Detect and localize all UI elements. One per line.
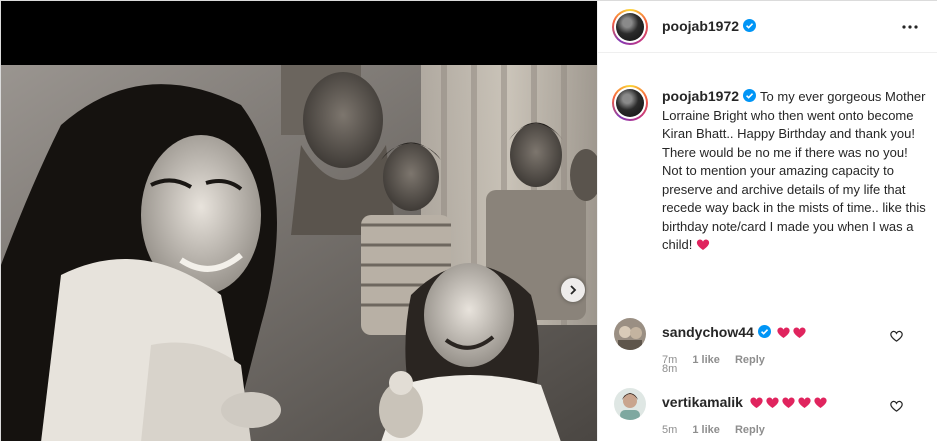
heart-outline-icon[interactable]	[890, 400, 903, 412]
comment-meta: 7m 1 like Reply	[662, 354, 777, 366]
media-letterbox	[1, 1, 597, 65]
author-username-header[interactable]: poojab1972	[662, 18, 757, 34]
red-heart-emoji	[777, 327, 791, 338]
comment-timestamp: 5m	[662, 424, 678, 436]
chevron-right-icon	[570, 285, 577, 295]
comment-likes[interactable]: 1 like	[692, 354, 720, 366]
post-photo	[1, 65, 597, 441]
verified-badge-icon	[757, 325, 771, 338]
heart-outline-icon[interactable]	[890, 330, 903, 342]
more-options-icon[interactable]	[901, 19, 919, 35]
red-heart-emoji	[781, 397, 795, 408]
commenter-avatar[interactable]	[614, 388, 646, 420]
post-media	[1, 1, 597, 441]
verified-badge-icon	[743, 89, 757, 102]
commenter-username[interactable]: vertikamalik	[662, 394, 743, 410]
post-frame: poojab1972 poojab1972 To my ever gorgeous…	[0, 0, 937, 441]
comment-item: vertikamalik 5m 1 like Reply	[598, 388, 937, 441]
comment-meta: 5m 1 like Reply	[662, 424, 777, 436]
red-heart-emoji	[797, 397, 811, 408]
commenter-username[interactable]: sandychow44	[662, 324, 754, 340]
red-heart-emoji	[696, 239, 710, 250]
comment-item: sandychow44 7m 1 like Reply	[598, 318, 937, 378]
post-sidebar: poojab1972 poojab1972 To my ever gorgeous…	[597, 1, 937, 441]
comment-text: vertikamalik	[662, 394, 829, 410]
author-avatar[interactable]	[612, 9, 648, 45]
author-username[interactable]: poojab1972	[662, 18, 739, 34]
caption-avatar[interactable]	[612, 85, 648, 121]
red-heart-emoji	[749, 397, 763, 408]
comment-heart-emojis	[749, 395, 829, 410]
reply-button[interactable]: Reply	[735, 354, 765, 366]
red-heart-emoji	[793, 327, 807, 338]
caption-username[interactable]: poojab1972	[662, 88, 739, 104]
commenter-avatar[interactable]	[614, 318, 646, 350]
comment-heart-emojis	[776, 325, 808, 340]
post-header: poojab1972	[598, 1, 937, 53]
red-heart-emoji	[813, 397, 827, 408]
red-heart-emoji	[765, 397, 779, 408]
reply-button[interactable]: Reply	[735, 424, 765, 436]
caption-body: To my ever gorgeous Mother Lorraine Brig…	[662, 89, 926, 252]
comment-text: sandychow44	[662, 324, 808, 340]
comment-likes[interactable]: 1 like	[692, 424, 720, 436]
comment-timestamp: 7m	[662, 354, 678, 366]
verified-badge-icon	[743, 19, 757, 32]
caption-text: poojab1972 To my ever gorgeous Mother Lor…	[662, 87, 930, 255]
next-image-button[interactable]	[561, 278, 585, 302]
